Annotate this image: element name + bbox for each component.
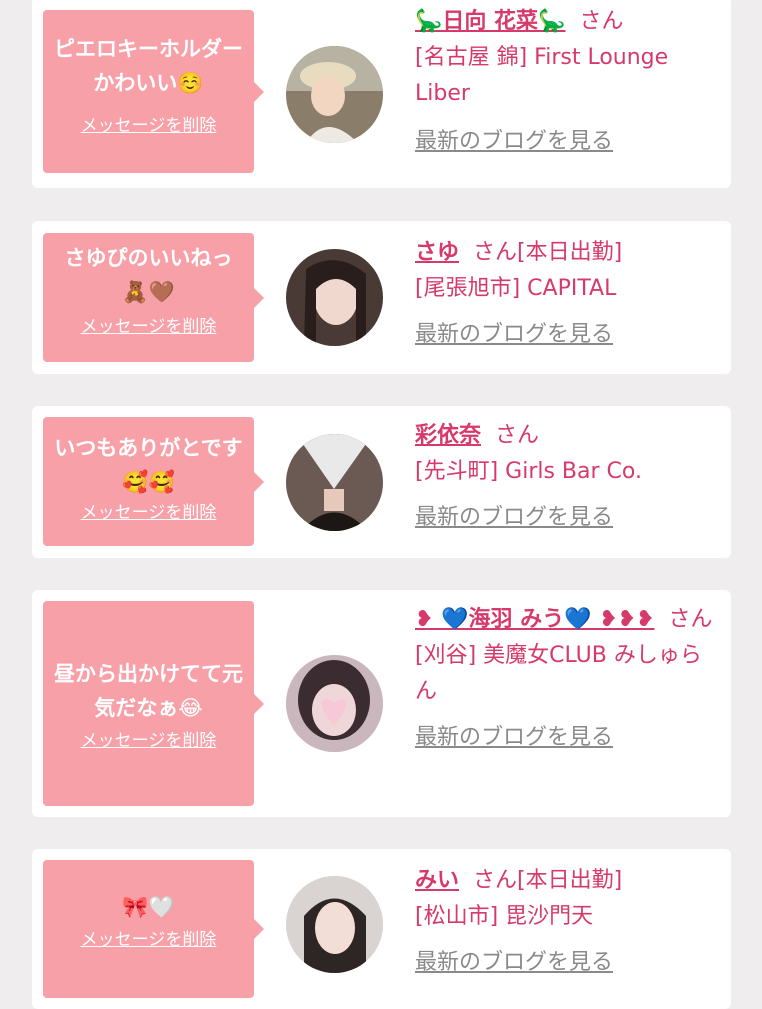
avatar[interactable] — [286, 655, 383, 752]
shop-name: [松山市] 毘沙門天 — [415, 904, 594, 929]
message-text: ピエロキーホルダーかわいい☺️ — [54, 37, 243, 95]
shop-name: [刈谷] 美魔女CLUB みしゅらん — [415, 643, 702, 704]
girl-info: 🦕日向 花菜🦕 さん [名古屋 錦] First Lounge Liber 最新の… — [415, 4, 715, 160]
girl-info: ❥ 💙海羽 みう💙 ❥❥❥ さん [刈谷] 美魔女CLUB みしゅらん 最新のブロ… — [415, 602, 715, 756]
message-card: 昼から出かけてて元気だなぁ😂 メッセージを削除 ❥ 💙海羽 みう💙 ❥❥❥ さん … — [32, 590, 731, 817]
status-badge: [本日出勤] — [517, 240, 623, 265]
avatar-photo-icon — [286, 876, 383, 973]
avatar[interactable] — [286, 876, 383, 973]
latest-blog-link[interactable]: 最新のブログを見る — [415, 945, 715, 981]
delete-message-link[interactable]: メッセージを削除 — [53, 928, 244, 952]
message-bubble: 🎀🤍 メッセージを削除 — [43, 860, 264, 998]
honorific: さん — [579, 9, 624, 34]
message-bubble: さゆぴのいいねっ🧸🤎 メッセージを削除 — [43, 233, 264, 362]
message-text: 昼から出かけてて元気だなぁ😂 — [54, 662, 243, 720]
avatar[interactable] — [286, 46, 383, 143]
message-card: ピエロキーホルダーかわいい☺️ メッセージを削除 🦕日向 花菜🦕 さん [名古屋 … — [32, 0, 731, 188]
latest-blog-link[interactable]: 最新のブログを見る — [415, 500, 715, 536]
latest-blog-link[interactable]: 最新のブログを見る — [415, 317, 715, 353]
delete-message-link[interactable]: メッセージを削除 — [53, 729, 244, 753]
delete-message-link[interactable]: メッセージを削除 — [53, 315, 244, 339]
message-text: さゆぴのいいねっ🧸🤎 — [64, 246, 233, 304]
latest-blog-link[interactable]: 最新のブログを見る — [415, 124, 715, 160]
status-badge: [本日出勤] — [517, 868, 623, 893]
avatar[interactable] — [286, 434, 383, 531]
message-card: さゆぴのいいねっ🧸🤎 メッセージを削除 さゆ さん[本日出勤] [尾張旭市] CA… — [32, 221, 731, 374]
girl-info: みい さん[本日出勤] [松山市] 毘沙門天 最新のブログを見る — [415, 863, 715, 981]
honorific: さん — [473, 240, 518, 265]
shop-name: [先斗町] Girls Bar Co. — [415, 459, 642, 484]
girl-name-link[interactable]: みい — [415, 868, 459, 893]
girl-name-link[interactable]: 🦕日向 花菜🦕 — [415, 9, 565, 34]
message-bubble: いつもありがとです🥰🥰 メッセージを削除 — [43, 417, 264, 546]
avatar-photo-icon — [286, 655, 383, 752]
delete-message-link[interactable]: メッセージを削除 — [53, 501, 244, 525]
shop-name: [尾張旭市] CAPITAL — [415, 276, 617, 301]
message-bubble: ピエロキーホルダーかわいい☺️ メッセージを削除 — [43, 10, 264, 173]
honorific: さん — [473, 868, 518, 893]
honorific: さん — [495, 423, 540, 448]
shop-name: [名古屋 錦] First Lounge Liber — [415, 45, 669, 106]
message-text: いつもありがとです🥰🥰 — [54, 436, 243, 494]
message-card: いつもありがとです🥰🥰 メッセージを削除 彩依奈 さん [先斗町] Girls B… — [32, 406, 731, 558]
girl-name-link[interactable]: さゆ — [415, 240, 459, 265]
girl-name-link[interactable]: 彩依奈 — [415, 423, 481, 448]
message-text: 🎀🤍 — [122, 895, 175, 919]
girl-info: 彩依奈 さん [先斗町] Girls Bar Co. 最新のブログを見る — [415, 418, 715, 536]
avatar-photo-icon — [286, 249, 383, 346]
honorific: さん — [668, 607, 713, 632]
avatar[interactable] — [286, 249, 383, 346]
message-bubble: 昼から出かけてて元気だなぁ😂 メッセージを削除 — [43, 601, 264, 806]
avatar-photo-icon — [286, 46, 383, 143]
delete-message-link[interactable]: メッセージを削除 — [53, 114, 244, 138]
avatar-photo-icon — [286, 434, 383, 531]
latest-blog-link[interactable]: 最新のブログを見る — [415, 720, 715, 756]
girl-name-link[interactable]: ❥ 💙海羽 みう💙 ❥❥❥ — [415, 607, 655, 632]
message-card: 🎀🤍 メッセージを削除 みい さん[本日出勤] [松山市] 毘沙門天 最新のブログ… — [32, 849, 731, 1009]
girl-info: さゆ さん[本日出勤] [尾張旭市] CAPITAL 最新のブログを見る — [415, 235, 715, 353]
